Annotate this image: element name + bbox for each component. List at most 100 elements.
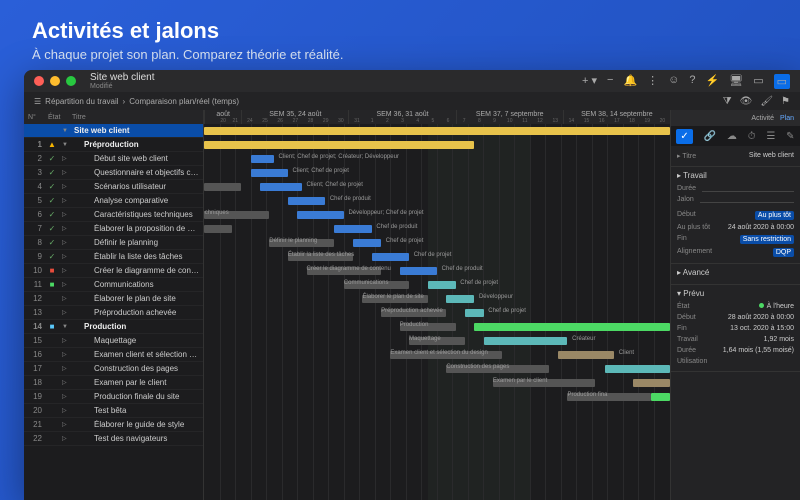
fin-select[interactable]: Sans restriction	[740, 235, 794, 244]
link-tab-icon[interactable]: 🔗	[704, 131, 716, 142]
auplus-value[interactable]: 24 août 2020 à 00:00	[728, 224, 794, 231]
task-row[interactable]: 3✓▷Questionnaire et objectifs client	[24, 166, 203, 180]
task-row[interactable]: 9✓▷Établir la liste des tâches	[24, 250, 203, 264]
task-row[interactable]: 11■▷Communications	[24, 278, 203, 292]
gantt-bar[interactable]	[251, 155, 274, 163]
avance-header[interactable]: Avancé	[683, 268, 710, 277]
task-row[interactable]: 12▷Élaborer le plan de site	[24, 292, 203, 306]
minimize-icon[interactable]	[50, 76, 60, 86]
duree-label: Durée	[677, 185, 696, 192]
cloud-tab-icon[interactable]: ☁	[727, 131, 737, 142]
help-icon[interactable]: ?	[689, 74, 695, 89]
task-row[interactable]: 10■▷Créer le diagramme de contenu	[24, 264, 203, 278]
task-row[interactable]: 16▷Examen client et sélection du design	[24, 348, 203, 362]
gantt-bar[interactable]	[484, 337, 568, 345]
gantt-bar[interactable]	[558, 351, 614, 359]
gantt-row	[204, 404, 670, 418]
gantt-row: Chef de produit	[204, 222, 670, 236]
edit-tab-icon[interactable]: ✎	[786, 131, 794, 142]
task-row[interactable]: 1▲▼Préproduction	[24, 138, 203, 152]
task-row[interactable]: 19▷Production finale du site	[24, 390, 203, 404]
gantt-chart[interactable]: août2021SEM 35, 24 août24252627282930SEM…	[204, 110, 670, 500]
info-tab-icon[interactable]: ✓	[676, 129, 692, 144]
task-row[interactable]: 15▷Maquettage	[24, 334, 203, 348]
auplus-label: Au plus tôt	[677, 224, 710, 231]
flag-icon[interactable]: ⚑	[781, 96, 790, 107]
gantt-bar[interactable]	[372, 253, 409, 261]
gantt-bar[interactable]	[288, 197, 325, 205]
task-row[interactable]: 4✓▷Scénarios utilisateur	[24, 180, 203, 194]
gantt-row: Production fina	[204, 390, 670, 404]
gantt-row: Chef de produit	[204, 194, 670, 208]
gantt-bar[interactable]	[474, 323, 670, 331]
crumb-1[interactable]: Répartition du travail	[45, 97, 118, 106]
task-row[interactable]: 13▷Préproduction achevée	[24, 306, 203, 320]
gantt-bar[interactable]	[204, 127, 670, 135]
gantt-bar[interactable]	[204, 183, 241, 191]
gantt-bar[interactable]	[651, 393, 670, 401]
list-tab-icon[interactable]: ☰	[766, 131, 775, 142]
gantt-row: Chef de projetÉtablir la liste des tâche…	[204, 250, 670, 264]
zoom-icon[interactable]	[66, 76, 76, 86]
col-title[interactable]: Titre	[72, 114, 86, 121]
monitor-icon[interactable]: 🖥	[729, 74, 743, 89]
col-state[interactable]: État	[48, 114, 66, 121]
task-row[interactable]: 5✓▷Analyse comparative	[24, 194, 203, 208]
bar-label: Construction des pages	[446, 364, 509, 370]
travail-header[interactable]: Travail	[683, 171, 707, 180]
gantt-bar[interactable]	[251, 169, 288, 177]
close-icon[interactable]	[34, 76, 44, 86]
task-row[interactable]: 17▷Construction des pages	[24, 362, 203, 376]
remove-icon[interactable]: −	[607, 74, 613, 89]
gantt-bar[interactable]	[334, 225, 371, 233]
filter-icon[interactable]: ⧩	[723, 96, 732, 107]
add-icon[interactable]: + ▾	[582, 74, 597, 89]
task-row[interactable]: 18▷Examen par le client	[24, 376, 203, 390]
notification-icon[interactable]: 🔔	[623, 74, 637, 89]
gantt-bar[interactable]	[465, 309, 484, 317]
brush-icon[interactable]: 🖌	[760, 96, 773, 107]
week-header: SEM 38, 14 septembre14151617181920	[563, 110, 670, 124]
task-row[interactable]: 8✓▷Définir le planning	[24, 236, 203, 250]
timer-tab-icon[interactable]: ⏱	[748, 131, 756, 142]
gantt-bar[interactable]	[204, 225, 232, 233]
gantt-row: CréateurMaquettage	[204, 334, 670, 348]
tab-activity[interactable]: Activité	[751, 115, 774, 122]
smile-icon[interactable]: ☺	[668, 74, 679, 89]
eye-icon[interactable]: 👁	[740, 96, 753, 107]
gantt-bar[interactable]	[605, 365, 670, 373]
task-row[interactable]: 21▷Élaborer le guide de style	[24, 418, 203, 432]
layout-icon[interactable]: ☰	[34, 97, 41, 106]
gantt-bar[interactable]	[633, 379, 670, 387]
gantt-bar[interactable]	[260, 183, 302, 191]
gantt-bar[interactable]	[400, 267, 437, 275]
gantt-row: Chef de projetPréproduction achevée	[204, 306, 670, 320]
col-num[interactable]: N°	[28, 114, 42, 121]
gantt-bar[interactable]	[353, 239, 381, 247]
bar-label: Créer le diagramme de contenu	[307, 266, 391, 272]
gantt-row: ion	[204, 138, 670, 152]
etat-label: État	[677, 303, 689, 310]
task-row[interactable]: 20▷Test bêta	[24, 404, 203, 418]
gantt-bar[interactable]	[204, 141, 474, 149]
hero-subtitle: À chaque projet son plan. Comparez théor…	[32, 47, 768, 62]
debut-select[interactable]: Au plus tôt	[755, 211, 794, 220]
bar-label: Communications	[344, 280, 389, 286]
task-row[interactable]: 2✓▷Début site web client	[24, 152, 203, 166]
panel-icon[interactable]: ▭	[753, 74, 763, 89]
gantt-bar[interactable]	[446, 295, 474, 303]
prevu-header[interactable]: Prévu	[683, 289, 704, 298]
task-row[interactable]: ▼Site web client	[24, 124, 203, 138]
task-row[interactable]: 14■▼Production	[24, 320, 203, 334]
task-row[interactable]: 7✓▷Élaborer la proposition de projet	[24, 222, 203, 236]
align-select[interactable]: DQP	[773, 248, 794, 257]
task-row[interactable]: 22▷Test des navigateurs	[24, 432, 203, 446]
crumb-2[interactable]: Comparaison plan/réel (temps)	[129, 97, 239, 106]
week-header: SEM 37, 7 septembre78910111213	[456, 110, 563, 124]
inspector-toggle-icon[interactable]: ▭	[774, 74, 790, 89]
gantt-bar[interactable]	[297, 211, 344, 219]
gantt-bar[interactable]	[428, 281, 456, 289]
task-row[interactable]: 6✓▷Caractéristiques techniques	[24, 208, 203, 222]
tab-plan[interactable]: Plan	[780, 115, 794, 122]
bolt-icon[interactable]: ⚡	[706, 74, 720, 89]
